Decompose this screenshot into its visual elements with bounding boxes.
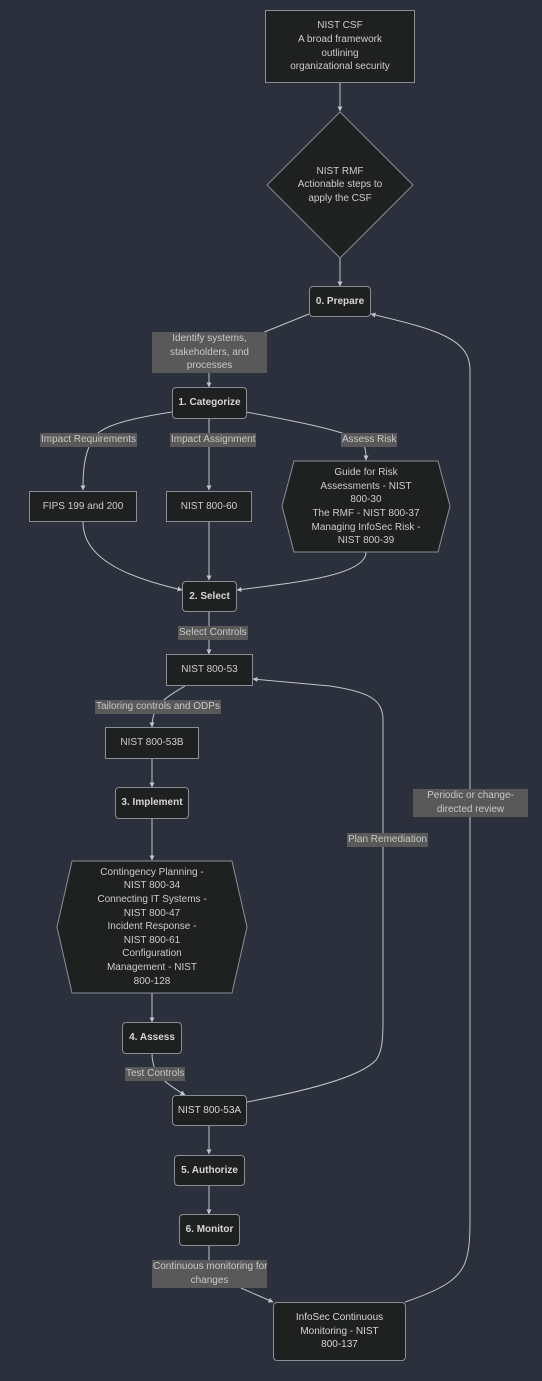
- identify-line-3: processes: [186, 360, 233, 372]
- edges-layer: [56, 83, 471, 1303]
- node-assess[interactable]: 4. Assess: [122, 1022, 182, 1054]
- node-categorize[interactable]: 1. Categorize: [172, 387, 247, 419]
- node-nist-800-60[interactable]: NIST 800-60: [166, 491, 252, 522]
- continuous-line-1: InfoSec Continuous: [295, 1312, 384, 1324]
- edge-label-impact-assignment: Impact Assignment: [170, 433, 257, 447]
- edge-riskdocs-select: [236, 551, 367, 592]
- assess-label: 4. Assess: [129, 1032, 175, 1044]
- node-authorize[interactable]: 5. Authorize: [174, 1155, 245, 1186]
- edge-80053a-80053-remediation: [246, 676, 384, 1103]
- periodic-review-line-2: directed review: [436, 804, 505, 815]
- nist80060-label: NIST 800-60: [180, 500, 238, 512]
- edge-fips-select: [82, 521, 183, 592]
- node-nist-800-53a[interactable]: NIST 800-53A: [172, 1095, 247, 1126]
- monitor-label: 6. Monitor: [185, 1224, 234, 1236]
- edge-label-plan-remediation: Plan Remediation: [347, 833, 428, 847]
- implement-label: 3. Implement: [121, 797, 183, 809]
- fips-label: FIPS 199 and 200: [42, 500, 124, 512]
- node-nist-800-53b[interactable]: NIST 800-53B: [105, 727, 199, 759]
- continuous-line-2: Monitoring - NIST: [300, 1325, 379, 1337]
- edge-monitor-continuous-b: [240, 1287, 274, 1303]
- rmf-diamond-shape: [266, 111, 414, 259]
- prepare-label: 0. Prepare: [315, 295, 365, 307]
- edge-label-assess-risk: Assess Risk: [341, 433, 398, 447]
- node-prepare[interactable]: 0. Prepare: [309, 286, 371, 317]
- categorize-label: 1. Categorize: [178, 397, 241, 409]
- nist80053-label: NIST 800-53: [181, 664, 238, 676]
- continuous-line-3: 800-137: [321, 1339, 358, 1351]
- edge-label-tailoring: Tailoring controls and ODPs: [95, 700, 221, 714]
- authorize-label: 5. Authorize: [181, 1164, 238, 1176]
- node-nist-csf[interactable]: NIST CSF A broad framework outlining org…: [265, 10, 415, 83]
- node-fips-199-200[interactable]: FIPS 199 and 200: [29, 491, 137, 522]
- node-nist-800-53[interactable]: NIST 800-53: [166, 654, 253, 686]
- edge-label-test-controls: Test Controls: [125, 1067, 186, 1081]
- riskdocs-hexagon-shape: [281, 460, 451, 553]
- identify-line-2: stakeholders, and: [170, 346, 249, 358]
- edge-label-identify: Identify systems, stakeholders, and proc…: [152, 332, 267, 373]
- edge-prepare-identify: [261, 313, 310, 334]
- edge-categorize-fips: [80, 411, 173, 491]
- node-monitor[interactable]: 6. Monitor: [179, 1214, 240, 1246]
- edge-label-continuous-monitoring: Continuous monitoring for changes: [152, 1260, 268, 1288]
- edge-label-select-controls: Select Controls: [178, 626, 248, 640]
- csf-line-4: organizational security: [290, 61, 390, 73]
- identify-line-1: Identify systems,: [172, 333, 247, 345]
- node-infosec-continuous-monitoring[interactable]: InfoSec Continuous Monitoring - NIST 800…: [273, 1302, 406, 1361]
- csf-line-2: A broad framework: [298, 33, 382, 45]
- impldocs-hexagon-shape: [56, 860, 248, 994]
- edge-label-periodic-review: Periodic or change- directed review: [413, 789, 528, 817]
- nist80053a-label: NIST 800-53A: [177, 1104, 242, 1116]
- continuous-monitoring-line-2: changes: [190, 1275, 229, 1286]
- nist80053b-label: NIST 800-53B: [120, 737, 184, 749]
- periodic-review-line-1: Periodic or change-: [427, 790, 514, 802]
- csf-line-1: NIST CSF: [317, 20, 363, 32]
- node-select[interactable]: 2. Select: [182, 581, 237, 612]
- node-implement[interactable]: 3. Implement: [115, 787, 189, 819]
- csf-line-3: outlining: [321, 47, 359, 59]
- select-label: 2. Select: [189, 590, 230, 602]
- edge-label-impact-requirements: Impact Requirements: [40, 433, 138, 447]
- continuous-monitoring-line-1: Continuous monitoring for: [153, 1261, 268, 1273]
